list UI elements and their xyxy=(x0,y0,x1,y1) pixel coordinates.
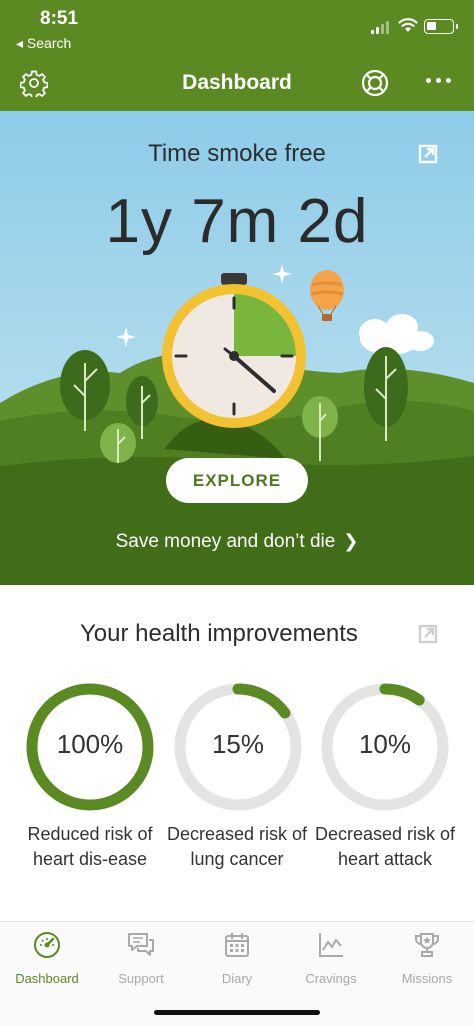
health-ring-heart-disease[interactable]: 100% xyxy=(25,682,155,812)
health-percent: 10% xyxy=(358,729,412,759)
smoke-free-duration: 1y 7m 2d xyxy=(105,187,369,256)
tab-diary[interactable]: Diary xyxy=(192,930,282,986)
health-ring-heart-attack[interactable]: 10% xyxy=(320,682,450,812)
wifi-icon xyxy=(398,18,418,32)
status-time: 8:51 xyxy=(40,8,79,29)
time-smoke-free-heading: Time smoke free xyxy=(148,140,326,167)
trophy-icon xyxy=(415,933,439,957)
health-ring-lung-cancer[interactable]: 15% xyxy=(173,682,303,812)
save-money-link[interactable]: Save money and don’t die ❯ xyxy=(0,531,474,553)
home-indicator xyxy=(154,1010,320,1015)
health-improvements-title: Your health improvements xyxy=(80,620,358,647)
tab-label: Missions xyxy=(401,971,453,986)
share-external-icon[interactable] xyxy=(418,144,438,164)
status-bar: 8:51 ◂ Search xyxy=(0,0,474,60)
chevron-right-icon: ❯ xyxy=(343,531,359,551)
tab-label: Diary xyxy=(221,971,253,986)
more-dots-icon[interactable] xyxy=(426,78,451,83)
tab-label: Cravings xyxy=(305,971,357,986)
share-external-icon[interactable] xyxy=(418,624,438,644)
landscape-illustration xyxy=(0,111,474,585)
explore-button[interactable]: EXPLORE xyxy=(166,458,308,503)
tab-dashboard[interactable]: Dashboard xyxy=(2,930,92,986)
tab-support[interactable]: Support xyxy=(96,930,186,986)
lifebuoy-icon[interactable] xyxy=(360,68,390,98)
tab-missions[interactable]: Missions xyxy=(382,930,472,986)
health-label-heart-attack: Decreased risk of heart attack xyxy=(314,824,456,869)
calendar-icon xyxy=(225,933,249,957)
health-percent: 15% xyxy=(211,729,265,759)
speedometer-icon xyxy=(34,932,60,958)
chat-bubbles-icon xyxy=(128,933,154,956)
page-title: Dashboard xyxy=(182,71,292,94)
tab-label: Dashboard xyxy=(15,971,79,986)
cellular-signal-icon xyxy=(371,20,389,34)
health-label-heart-disease: Reduced risk of heart dis-ease xyxy=(27,824,153,869)
health-percent: 100% xyxy=(56,729,124,759)
smoke-free-hero: Time smoke free 1y 7m 2d EXPLORE Save mo… xyxy=(0,111,474,585)
line-chart-icon xyxy=(319,933,343,957)
nav-bar: Dashboard xyxy=(0,60,474,111)
tab-cravings[interactable]: Cravings xyxy=(286,930,376,986)
battery-icon xyxy=(424,19,458,34)
tab-label: Support xyxy=(118,971,164,986)
back-to-search-link[interactable]: ◂ Search xyxy=(16,35,71,52)
save-money-link-text: Save money and don’t die xyxy=(115,531,336,552)
health-label-lung-cancer: Decreased risk of lung cancer xyxy=(166,824,308,869)
